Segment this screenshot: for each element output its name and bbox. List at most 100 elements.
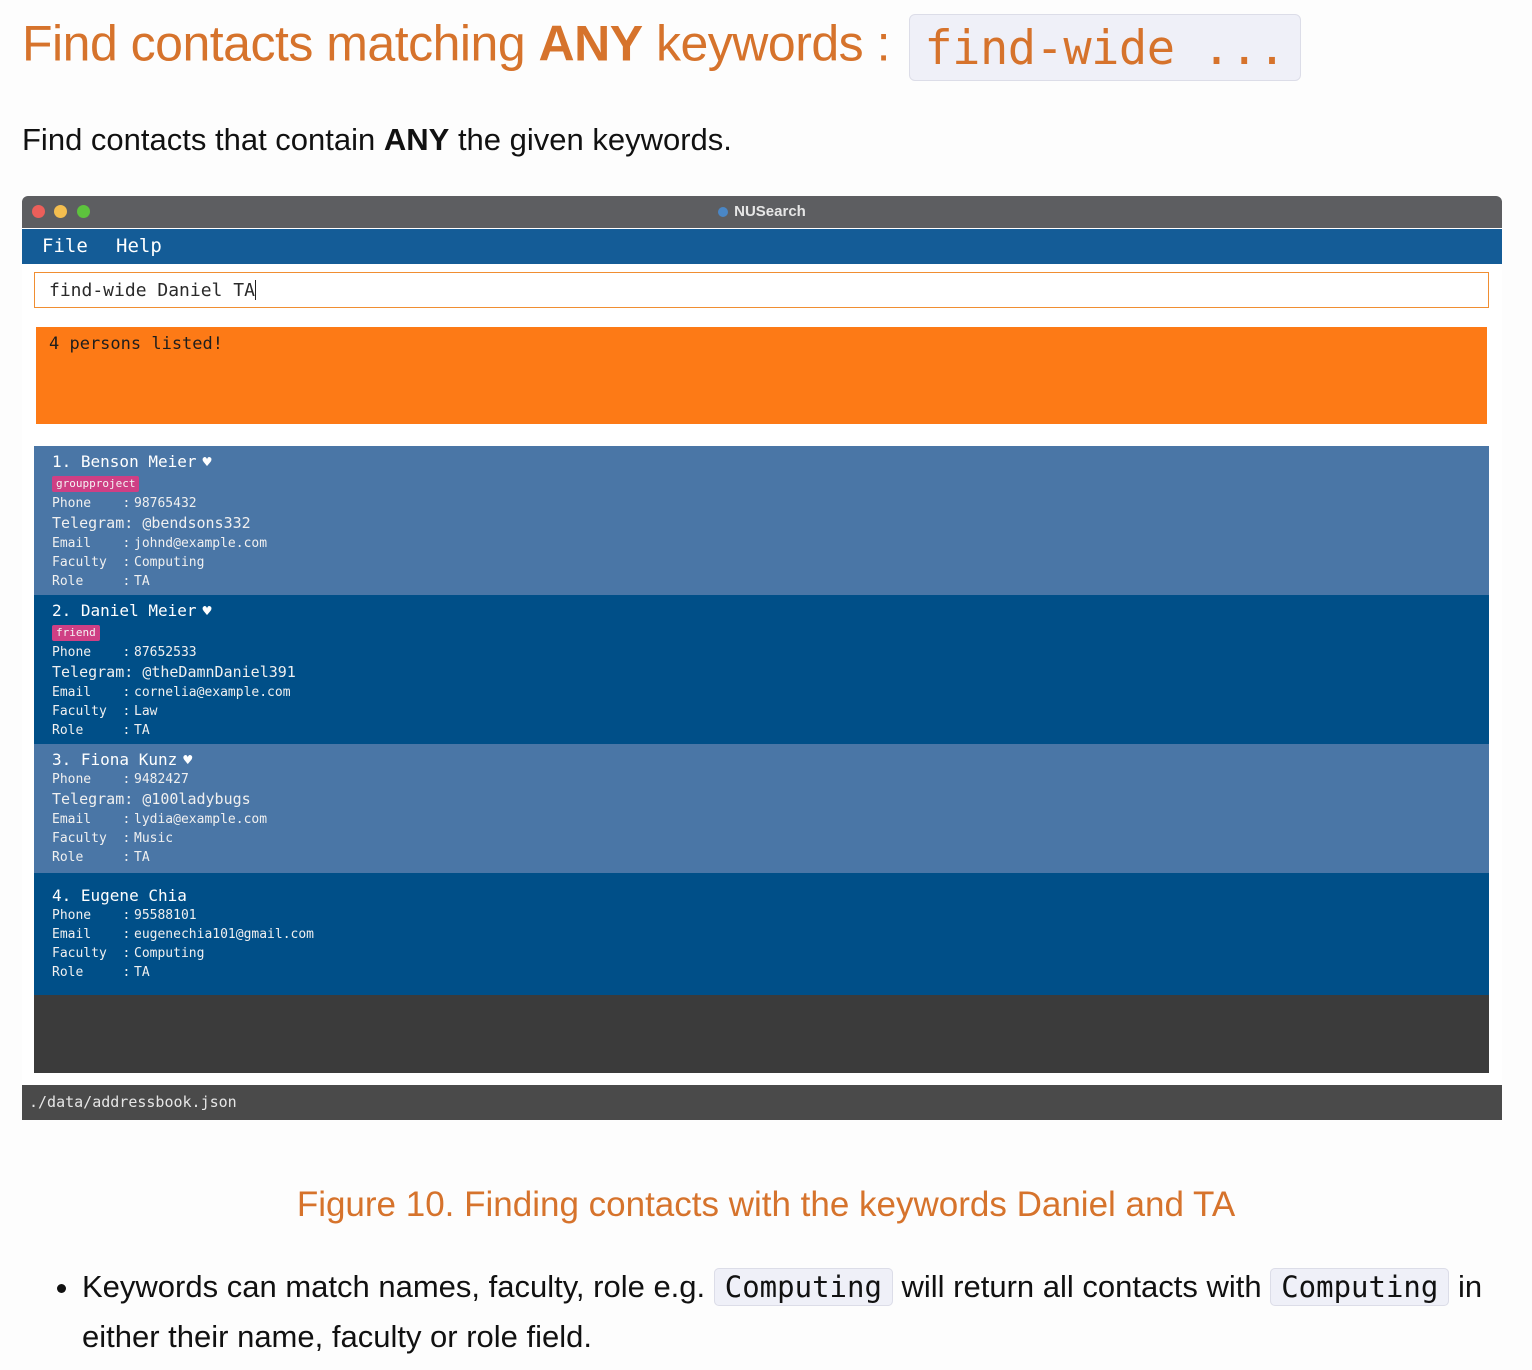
faculty-row: Faculty : Computing (52, 944, 1489, 963)
app-window-screenshot: NUSearch File Help find-wide Daniel TA 4… (22, 196, 1502, 1120)
faculty-row: Faculty : Computing (52, 553, 1489, 572)
list-item: Keywords can match names, faculty, role … (82, 1262, 1522, 1362)
person-name-row: 3. Fiona Kunz ♥ (52, 750, 1489, 770)
email-label: Email : (52, 927, 139, 942)
email-label: Email : (52, 536, 139, 551)
telegram-row: Telegram: @bendsons332 (52, 513, 1489, 534)
app-logo-icon (718, 207, 729, 217)
telegram-label: Telegram: (52, 514, 143, 532)
faculty-value: Computing (134, 946, 205, 961)
command-input-text: find-wide Daniel TA (49, 280, 255, 301)
person-card[interactable]: 1. Benson Meier ♥ groupproject Phone : 98… (34, 446, 1489, 595)
status-bar-file-path: ./data/addressbook.json (22, 1085, 1502, 1120)
faculty-label: Faculty : (52, 946, 139, 961)
heading-command-code: find-wide ... (909, 14, 1301, 81)
menu-bar: File Help (22, 229, 1502, 264)
role-value: TA (134, 574, 150, 589)
email-row: Email : eugenechia101@gmail.com (52, 925, 1489, 944)
email-value: cornelia@example.com (134, 685, 291, 700)
person-card[interactable]: 3. Fiona Kunz ♥ Phone : 9482427 Telegram:… (34, 744, 1489, 873)
person-name: 1. Benson Meier (52, 452, 197, 471)
email-value: lydia@example.com (134, 812, 268, 827)
heading-text-after: keywords : (642, 15, 904, 72)
telegram-row: Telegram: @theDamnDaniel391 (52, 662, 1489, 683)
faculty-label: Faculty : (52, 555, 139, 570)
text-caret (254, 280, 256, 300)
email-row: Email : cornelia@example.com (52, 683, 1489, 702)
page-heading: Find contacts matching ANY keywords : fi… (22, 14, 1301, 81)
telegram-label: Telegram: (52, 790, 143, 808)
role-row: Role : TA (52, 848, 1489, 867)
favourite-heart-icon: ♥ (202, 602, 212, 620)
telegram-value: @bendsons332 (142, 514, 251, 532)
result-display: 4 persons listed! (36, 327, 1487, 424)
phone-row: Phone : 98765432 (52, 494, 1489, 513)
role-label: Role : (52, 723, 139, 738)
heading-text-bold: ANY (538, 15, 644, 72)
command-input[interactable]: find-wide Daniel TA (34, 272, 1489, 308)
email-value: eugenechia101@gmail.com (134, 927, 315, 942)
phone-value: 95588101 (134, 908, 197, 923)
faculty-label: Faculty : (52, 704, 139, 719)
notes-list: Keywords can match names, faculty, role … (48, 1262, 1522, 1362)
phone-label: Phone : (52, 645, 139, 660)
phone-label: Phone : (52, 496, 139, 511)
faculty-label: Faculty : (52, 831, 139, 846)
phone-label: Phone : (52, 772, 139, 787)
person-tag: friend (52, 625, 100, 641)
telegram-row: Telegram: @100ladybugs (52, 789, 1489, 810)
person-name: 4. Eugene Chia (52, 886, 187, 905)
person-name-row: 4. Eugene Chia (52, 886, 1489, 906)
person-tag: groupproject (52, 476, 140, 492)
heading-text-before: Find contacts matching (22, 15, 539, 72)
role-value: TA (134, 850, 150, 865)
person-name-row: 2. Daniel Meier ♥ (52, 601, 1489, 621)
person-list[interactable]: 1. Benson Meier ♥ groupproject Phone : 98… (34, 446, 1489, 1073)
role-label: Role : (52, 965, 139, 980)
favourite-heart-icon: ♥ (202, 453, 212, 471)
person-card[interactable]: 2. Daniel Meier ♥ friend Phone : 87652533… (34, 595, 1489, 744)
telegram-value: @100ladybugs (142, 790, 251, 808)
phone-value: 9482427 (134, 772, 189, 787)
faculty-value: Music (134, 831, 174, 846)
menu-file[interactable]: File (42, 229, 88, 264)
role-row: Role : TA (52, 572, 1489, 591)
phone-row: Phone : 9482427 (52, 770, 1489, 789)
window-title: NUSearch (22, 196, 1502, 228)
telegram-label: Telegram: (52, 663, 143, 681)
email-row: Email : johnd@example.com (52, 534, 1489, 553)
figure-caption: Figure 10. Finding contacts with the key… (296, 1185, 1236, 1224)
faculty-value: Computing (134, 555, 205, 570)
inline-code-computing: Computing (1270, 1268, 1450, 1306)
role-label: Role : (52, 574, 139, 589)
phone-value: 87652533 (134, 645, 197, 660)
faculty-row: Faculty : Law (52, 702, 1489, 721)
window-titlebar: NUSearch (22, 196, 1502, 228)
email-label: Email : (52, 812, 139, 827)
bullet-text-1: Keywords can match names, faculty, role … (82, 1269, 714, 1304)
phone-row: Phone : 95588101 (52, 906, 1489, 925)
person-name: 2. Daniel Meier (52, 601, 197, 620)
email-value: johnd@example.com (134, 536, 268, 551)
role-row: Role : TA (52, 721, 1489, 740)
role-label: Role : (52, 850, 139, 865)
role-value: TA (134, 723, 150, 738)
email-row: Email : lydia@example.com (52, 810, 1489, 829)
menu-help[interactable]: Help (116, 229, 162, 264)
intro-before: Find contacts that contain (22, 122, 384, 157)
intro-after: the given keywords. (449, 122, 732, 157)
person-name-row: 1. Benson Meier ♥ (52, 452, 1489, 472)
intro-bold: ANY (383, 122, 450, 157)
faculty-row: Faculty : Music (52, 829, 1489, 848)
telegram-value: @theDamnDaniel391 (142, 663, 296, 681)
faculty-value: Law (134, 704, 158, 719)
phone-label: Phone : (52, 908, 139, 923)
favourite-heart-icon: ♥ (183, 751, 193, 769)
phone-row: Phone : 87652533 (52, 643, 1489, 662)
role-row: Role : TA (52, 963, 1489, 982)
email-label: Email : (52, 685, 139, 700)
role-value: TA (134, 965, 150, 980)
phone-value: 98765432 (134, 496, 197, 511)
person-card[interactable]: 4. Eugene Chia Phone : 95588101 Email : … (34, 873, 1489, 995)
bullet-text-2: will return all contacts with (892, 1269, 1271, 1304)
